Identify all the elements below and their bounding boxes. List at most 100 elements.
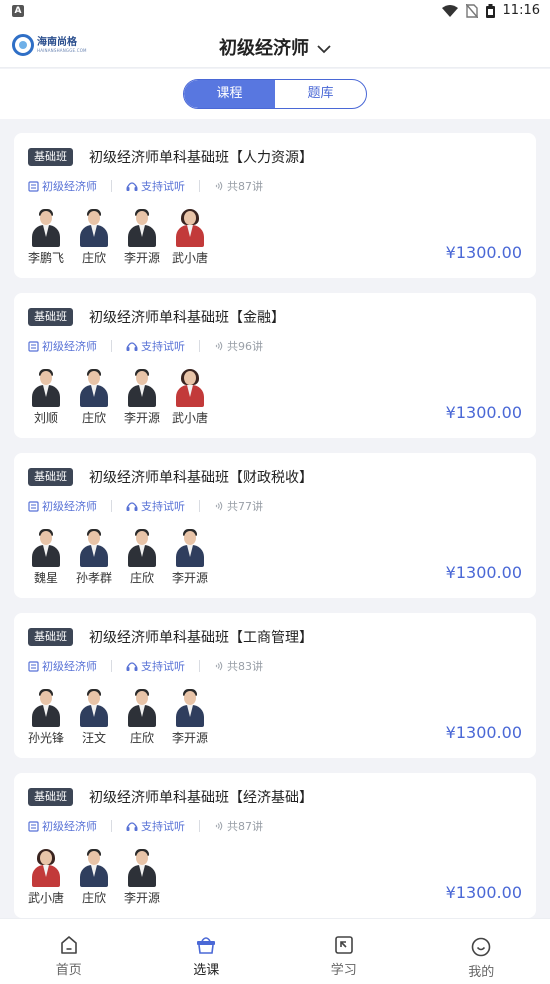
headphones-icon bbox=[126, 181, 138, 191]
class-type-badge: 基础班 bbox=[28, 788, 73, 806]
trial-label: 支持试听 bbox=[141, 820, 185, 833]
teacher-name: 汪文 bbox=[81, 731, 106, 745]
teacher-avatar bbox=[125, 849, 159, 887]
lesson-count: 共87讲 bbox=[214, 178, 263, 194]
course-category-label: 初级经济师 bbox=[42, 500, 97, 513]
study-icon bbox=[334, 936, 353, 954]
class-type-badge: 基础班 bbox=[28, 628, 73, 646]
teacher-name: 庄欣 bbox=[129, 571, 154, 585]
trial-label: 支持试听 bbox=[141, 500, 185, 513]
teacher-name: 庄欣 bbox=[81, 891, 106, 905]
course-title: 初级经济师单科基础班【金融】 bbox=[89, 310, 285, 326]
teacher: 刘顺 bbox=[26, 369, 66, 426]
lesson-count: 共77讲 bbox=[214, 498, 263, 514]
tab-courses[interactable]: 课程 bbox=[184, 80, 275, 108]
teacher-avatar bbox=[173, 529, 207, 567]
teacher-avatar bbox=[77, 849, 111, 887]
teacher-name: 武小唐 bbox=[171, 411, 208, 425]
course-price: ¥1300.00 bbox=[445, 403, 522, 422]
teacher-name: 庄欣 bbox=[81, 411, 106, 425]
battery-icon bbox=[485, 3, 495, 18]
book-icon bbox=[28, 340, 39, 352]
lesson-count-label: 共96讲 bbox=[227, 340, 263, 353]
teacher: 李鹏飞 bbox=[26, 209, 66, 266]
course-meta: 初级经济师 支持试听 共87讲 bbox=[28, 818, 263, 834]
trial-available: 支持试听 bbox=[126, 818, 185, 834]
teacher: 武小唐 bbox=[26, 849, 66, 906]
meta-divider bbox=[199, 660, 200, 672]
teacher: 李开源 bbox=[170, 529, 210, 586]
wifi-icon bbox=[441, 4, 458, 17]
teacher-avatar bbox=[125, 689, 159, 727]
teacher-list: 孙光锋 汪文 庄欣 李开源 bbox=[26, 689, 210, 746]
sound-icon bbox=[215, 181, 223, 191]
segmented-control: 课程 题库 bbox=[183, 79, 367, 109]
tab-select-course[interactable]: 选课 bbox=[138, 919, 276, 984]
app-header: 海南尚格 HAINANSHANGGE.COM 初级经济师 bbox=[0, 24, 550, 68]
trial-label: 支持试听 bbox=[141, 180, 185, 193]
headphones-icon bbox=[126, 661, 138, 671]
tab-bar-area: 课程 题库 bbox=[0, 69, 550, 119]
course-title: 初级经济师单科基础班【财政税收】 bbox=[89, 470, 313, 486]
trial-available: 支持试听 bbox=[126, 498, 185, 514]
teacher-avatar bbox=[77, 369, 111, 407]
course-title: 初级经济师单科基础班【人力资源】 bbox=[89, 150, 313, 166]
teacher-name: 庄欣 bbox=[129, 731, 154, 745]
book-icon bbox=[28, 660, 39, 672]
meta-divider bbox=[111, 660, 112, 672]
tab-home[interactable]: 首页 bbox=[0, 919, 138, 984]
teacher-list: 李鹏飞 庄欣 李开源 武小唐 bbox=[26, 209, 210, 266]
tab-study[interactable]: 学习 bbox=[275, 919, 413, 984]
teacher-name: 李开源 bbox=[123, 411, 160, 425]
lesson-count-label: 共83讲 bbox=[227, 660, 263, 673]
class-type-badge: 基础班 bbox=[28, 148, 73, 166]
course-card[interactable]: 基础班 初级经济师单科基础班【人力资源】 初级经济师 支持试听 共87讲 李鹏飞… bbox=[14, 133, 536, 278]
course-title: 初级经济师单科基础班【经济基础】 bbox=[89, 790, 313, 806]
exam-selector[interactable]: 初级经济师 bbox=[0, 34, 550, 60]
teacher-avatar bbox=[77, 689, 111, 727]
teacher-name: 魏星 bbox=[33, 571, 58, 585]
class-type-badge: 基础班 bbox=[28, 308, 73, 326]
trial-available: 支持试听 bbox=[126, 658, 185, 674]
teacher-list: 武小唐 庄欣 李开源 bbox=[26, 849, 162, 906]
course-card[interactable]: 基础班 初级经济师单科基础班【财政税收】 初级经济师 支持试听 共77讲 魏星 … bbox=[14, 453, 536, 598]
meta-divider bbox=[199, 180, 200, 192]
lesson-count: 共87讲 bbox=[214, 818, 263, 834]
course-category-label: 初级经济师 bbox=[42, 340, 97, 353]
teacher: 孙光锋 bbox=[26, 689, 66, 746]
book-icon bbox=[28, 500, 39, 512]
bottom-tab-bar: 首页 选课 学习 我的 bbox=[0, 918, 550, 984]
no-sim-icon bbox=[465, 3, 478, 18]
teacher-avatar bbox=[29, 689, 63, 727]
lesson-count-label: 共87讲 bbox=[227, 180, 263, 193]
course-price: ¥1300.00 bbox=[445, 563, 522, 582]
course-list: 基础班 初级经济师单科基础班【人力资源】 初级经济师 支持试听 共87讲 李鹏飞… bbox=[14, 133, 536, 933]
tab-home-label: 首页 bbox=[55, 963, 82, 978]
tab-me-label: 我的 bbox=[468, 965, 495, 980]
teacher: 李开源 bbox=[122, 209, 162, 266]
course-card[interactable]: 基础班 初级经济师单科基础班【工商管理】 初级经济师 支持试听 共83讲 孙光锋… bbox=[14, 613, 536, 758]
trial-available: 支持试听 bbox=[126, 178, 185, 194]
teacher-name: 李开源 bbox=[123, 251, 160, 265]
teacher-avatar bbox=[77, 209, 111, 247]
teacher-avatar bbox=[125, 529, 159, 567]
tab-study-label: 学习 bbox=[330, 963, 357, 978]
course-meta: 初级经济师 支持试听 共87讲 bbox=[28, 178, 263, 194]
teacher-name: 李开源 bbox=[123, 891, 160, 905]
meta-divider bbox=[199, 340, 200, 352]
tab-me[interactable]: 我的 bbox=[413, 919, 550, 984]
tab-question-bank[interactable]: 题库 bbox=[275, 80, 366, 108]
teacher-avatar bbox=[173, 369, 207, 407]
trial-available: 支持试听 bbox=[126, 338, 185, 354]
course-price: ¥1300.00 bbox=[445, 883, 522, 902]
course-meta: 初级经济师 支持试听 共83讲 bbox=[28, 658, 263, 674]
status-icons: 11:16 bbox=[441, 3, 540, 18]
headphones-icon bbox=[126, 821, 138, 831]
course-card[interactable]: 基础班 初级经济师单科基础班【经济基础】 初级经济师 支持试听 共87讲 武小唐… bbox=[14, 773, 536, 918]
home-icon bbox=[60, 936, 77, 954]
sound-icon bbox=[215, 661, 223, 671]
course-card[interactable]: 基础班 初级经济师单科基础班【金融】 初级经济师 支持试听 共96讲 刘顺 庄欣… bbox=[14, 293, 536, 438]
teacher-name: 李开源 bbox=[171, 571, 208, 585]
course-category-label: 初级经济师 bbox=[42, 180, 97, 193]
course-price: ¥1300.00 bbox=[445, 243, 522, 262]
